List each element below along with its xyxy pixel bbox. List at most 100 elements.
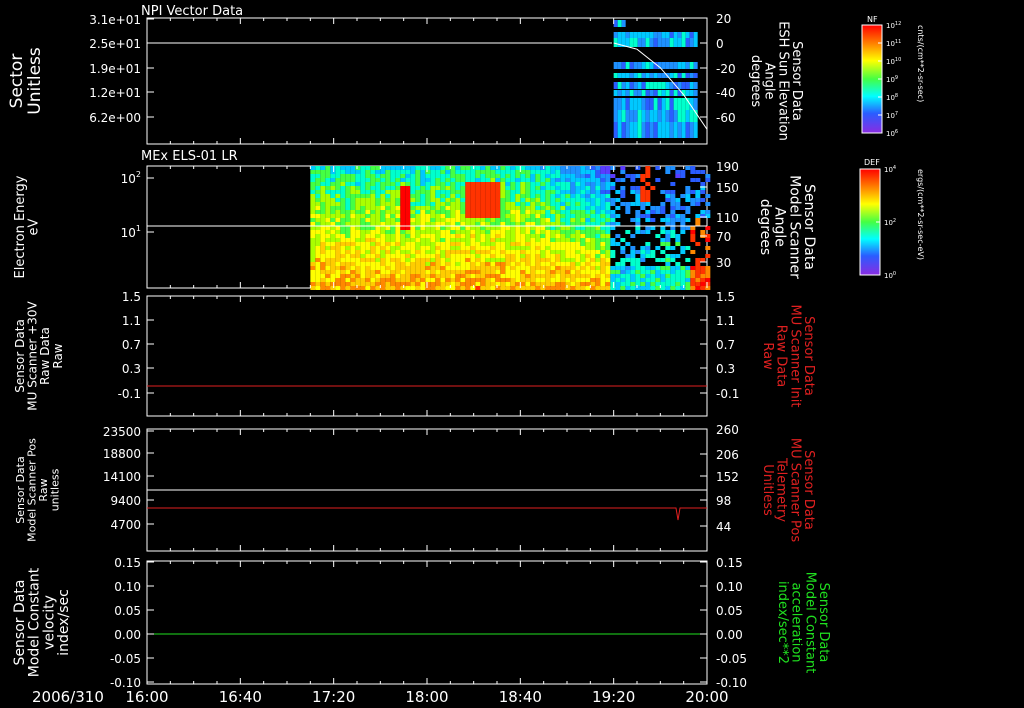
heatmap-cell [621,122,626,138]
spectrogram-cell [470,270,476,274]
heatmap-cell [681,82,686,89]
left-y-tick-label: 102 [121,170,141,186]
spectrogram-cell [380,242,386,246]
heatmap-cell [673,38,678,47]
spectrogram-cell [635,214,641,218]
spectrogram-cell [345,226,351,230]
panel-npi: NPI Vector Data [141,4,708,145]
heatmap-cell [657,38,662,47]
spectrogram-cell [335,238,341,242]
colorbar1-name: NF [867,15,878,24]
spectrogram-cell [600,194,606,198]
spectrogram-cell [595,166,601,170]
left-axis-label: Sensor DataModel Scanner PosRawunitless [14,438,62,542]
spectrogram-cell [535,194,541,198]
spectrogram-cell [630,278,636,282]
spectrogram-cell [605,278,611,282]
spectrogram-cell [375,210,381,214]
spectrogram-cell [520,250,526,254]
right-y-tick-label: 150 [716,181,739,195]
spectrogram-cell [360,246,366,250]
spectrogram-cell [345,218,351,222]
spectrogram-cell [330,178,336,182]
spectrogram-cell [695,242,701,246]
spectrogram-cell [685,198,691,202]
spectrogram-cell [475,254,481,258]
spectrogram-cell [635,250,641,254]
spectrogram-cell [360,250,366,254]
spectrogram-cell [425,218,431,222]
spectrogram-cell [415,170,421,174]
spectrogram-cell [515,278,521,282]
spectrogram-cell [560,286,566,290]
spectrogram-cell [395,234,401,238]
spectrogram-cell [360,230,366,234]
right-y-tick-label: 0.00 [716,628,743,642]
spectrogram-cell [625,270,631,274]
spectrogram-cell [410,278,416,282]
spectrogram-cell [405,274,411,278]
spectrogram-cell [425,226,431,230]
spectrogram-cell [355,230,361,234]
spectrogram-cell [490,182,496,186]
heatmap-cell [693,122,698,138]
spectrogram-cell [460,194,466,198]
spectrogram-cell [495,202,501,206]
spectrogram-cell [310,226,316,230]
heatmap-cell [677,38,682,47]
heatmap-cell [685,62,690,69]
spectrogram-cell [385,226,391,230]
panel3-frame [146,295,708,417]
heatmap-cell [621,73,626,78]
spectrogram-cell [490,246,496,250]
spectrogram-cell [345,182,351,186]
right-y-tick-label: -40 [716,86,736,100]
spectrogram-cell [310,190,316,194]
left-y-tick-label: 0.05 [114,604,141,618]
heatmap-cell [677,62,682,69]
spectrogram-cell [590,274,596,278]
spectrogram-cell [430,250,436,254]
spectrogram-cell [345,254,351,258]
spectrogram-cell [625,254,631,258]
spectrogram-cell [455,182,461,186]
spectrogram-cell [640,246,646,250]
spectrogram-cell [685,210,691,214]
spectrogram-cell [465,182,471,186]
spectrogram-cell [490,254,496,258]
spectrogram-cell [315,266,321,270]
spectrogram-cell [475,206,481,210]
spectrogram-cell [495,266,501,270]
spectrogram-cell [560,174,566,178]
spectrogram-cell [525,218,531,222]
spectrogram-cell [445,262,451,266]
spectrogram-cell [505,234,511,238]
spectrogram-cell [595,198,601,202]
spectrogram-cell [645,270,651,274]
spectrogram-cell [365,170,371,174]
spectrogram-cell [480,182,486,186]
spectrogram-cell [650,270,656,274]
heatmap-cell [625,73,630,78]
spectrogram-cell [545,238,551,242]
spectrogram-cell [620,266,626,270]
heatmap-cell [641,38,646,47]
heatmap-cell [665,82,670,89]
spectrogram-cell [675,242,681,246]
spectrogram-cell [400,254,406,258]
spectrogram-cell [565,194,571,198]
left-y-tick-label: 0.3 [122,362,141,376]
spectrogram-cell [425,286,431,290]
spectrogram-cell [460,190,466,194]
spectrogram-cell [645,254,651,258]
spectrogram-cell [595,174,601,178]
spectrogram-cell [575,270,581,274]
spectrogram-cell [575,266,581,270]
heatmap-cell [629,73,634,78]
spectrogram-cell [460,278,466,282]
spectrogram-cell [575,230,581,234]
spectrogram-cell [365,254,371,258]
spectrogram-cell [405,254,411,258]
spectrogram-cell [515,210,521,214]
spectrogram-cell [405,210,411,214]
